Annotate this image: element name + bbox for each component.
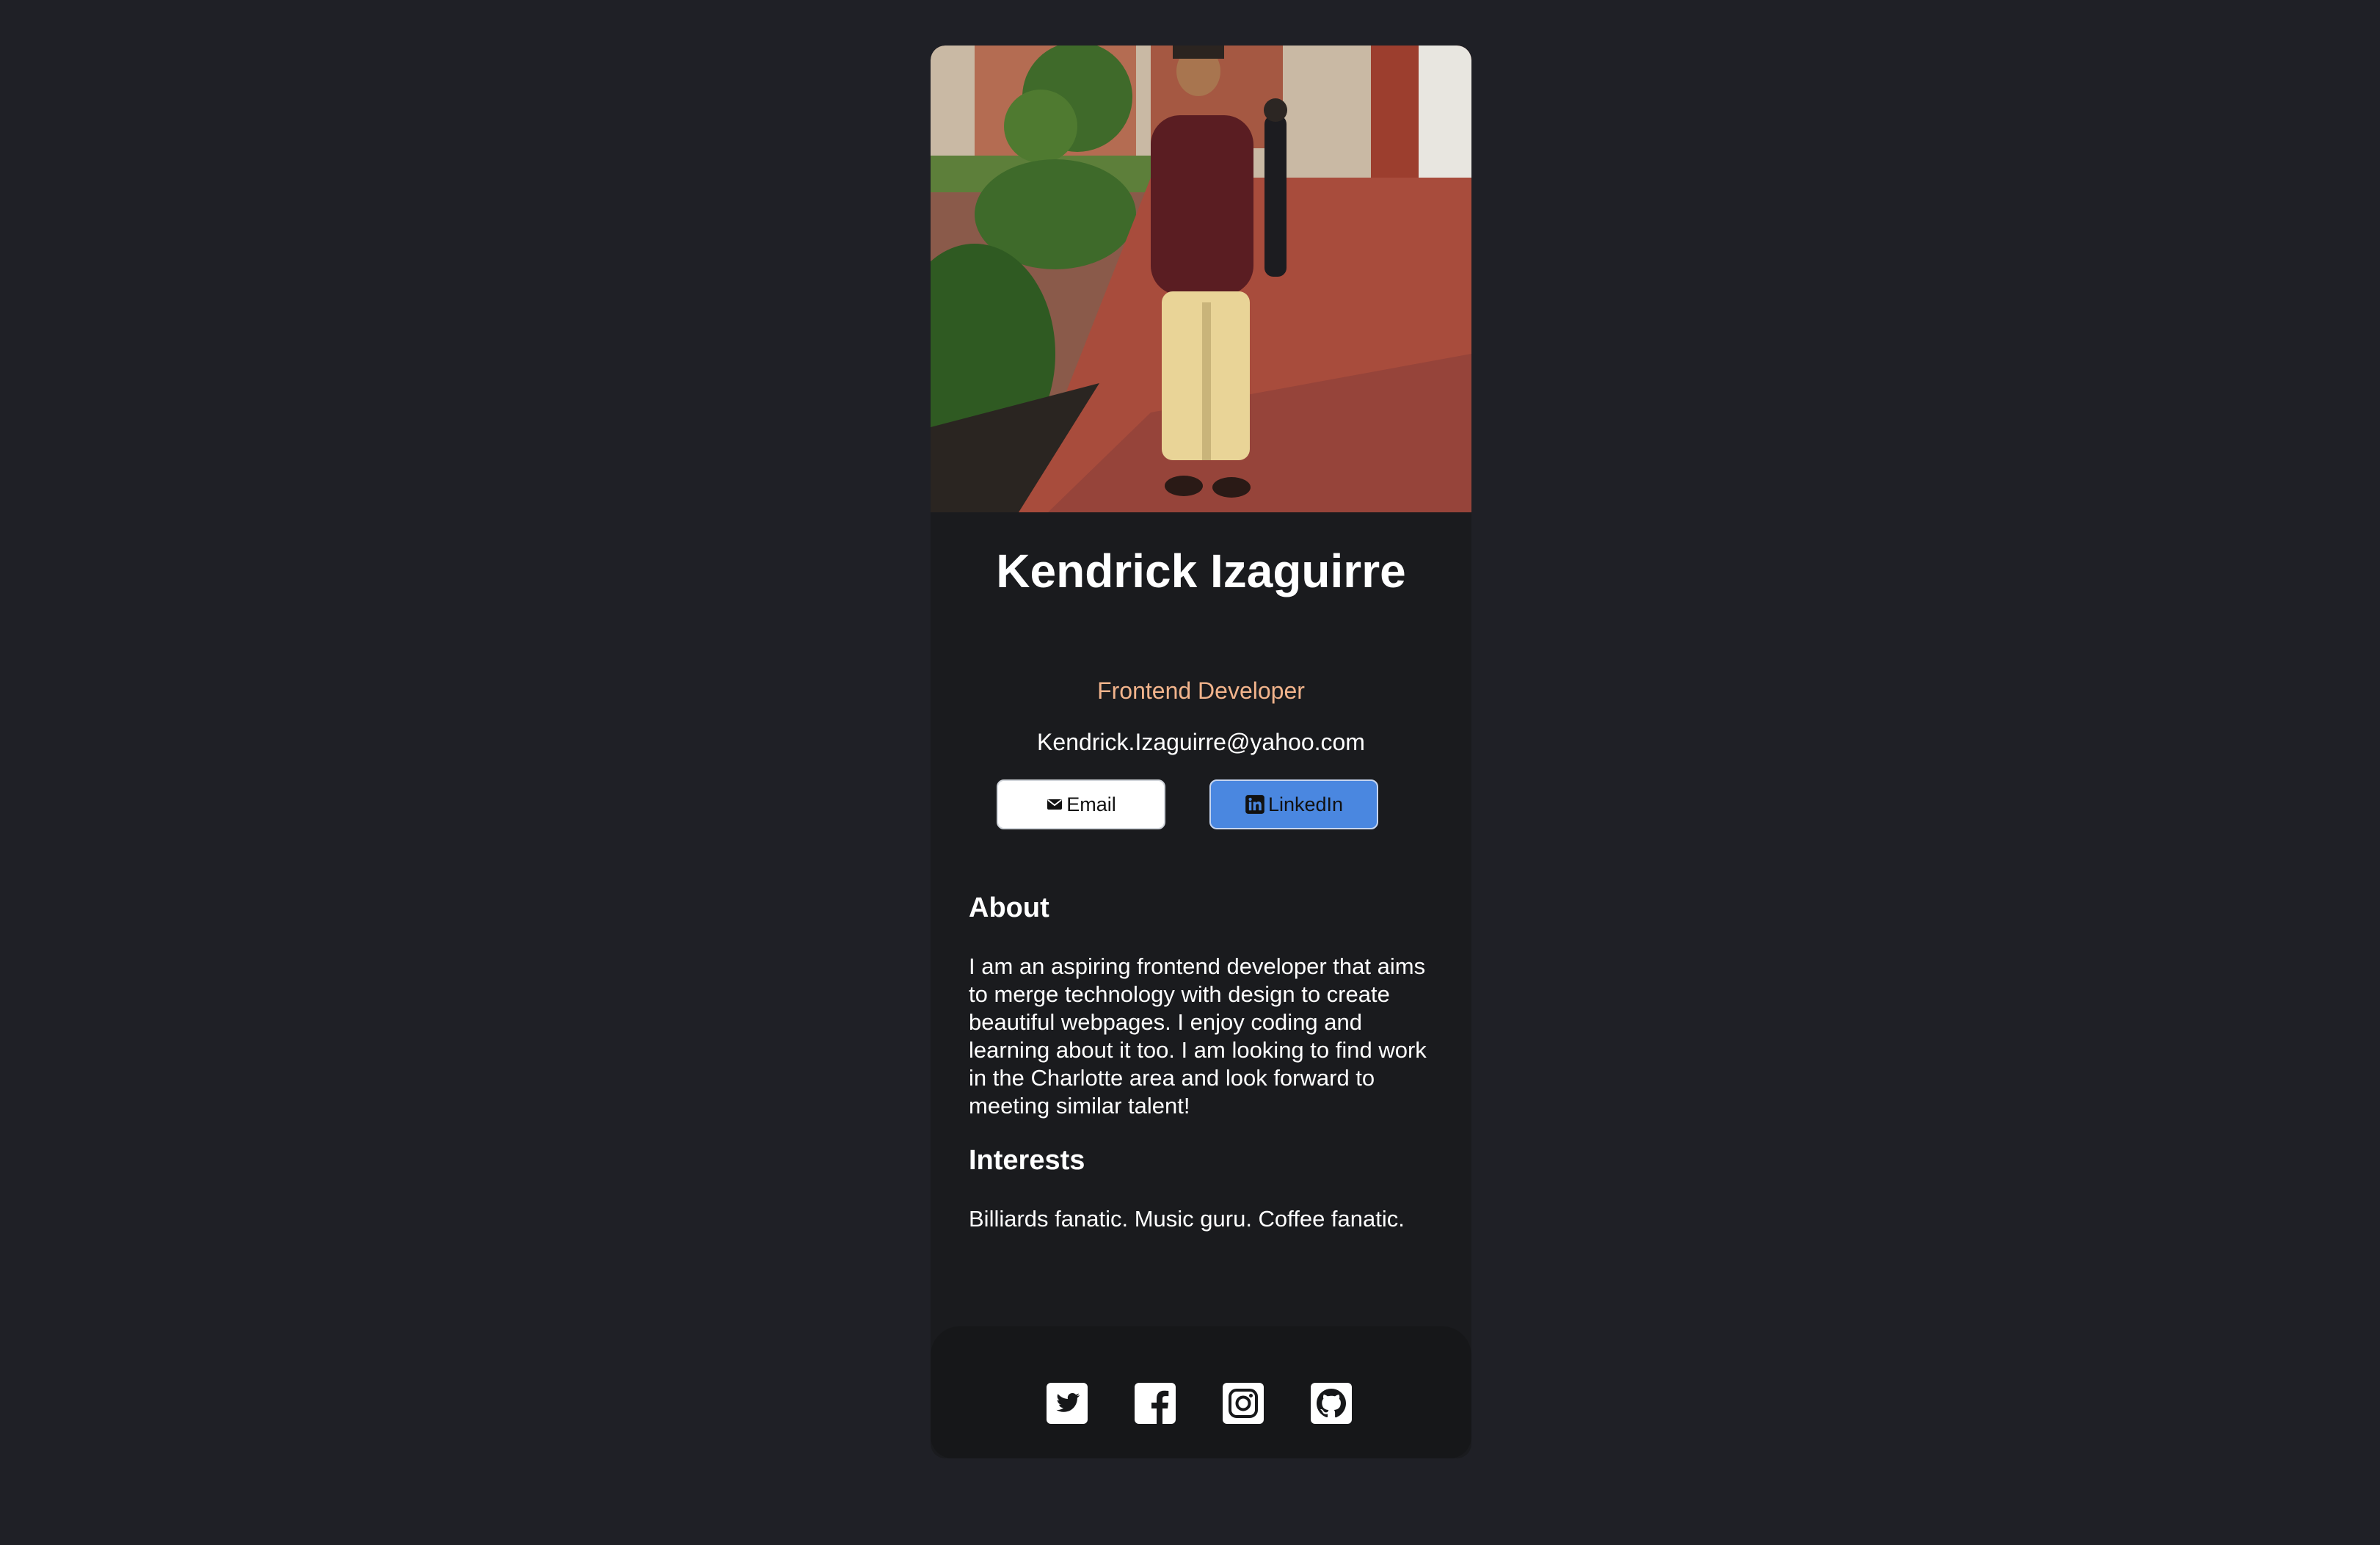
linkedin-button[interactable]: LinkedIn [1209,779,1378,829]
profile-card: Kendrick Izaguirre Frontend Developer Ke… [931,46,1471,1458]
facebook-icon[interactable] [1135,1383,1176,1424]
profile-title: Frontend Developer [1097,677,1305,704]
about-text: I am an aspiring frontend developer that… [969,953,1427,1119]
profile-email: Kendrick.Izaguirre@yahoo.com [1037,729,1365,755]
interests-text: Billiards fanatic. Music guru. Coffee fa… [969,1206,1405,1232]
envelope-icon [1046,796,1063,813]
email-button[interactable]: Email [997,779,1165,829]
twitter-icon[interactable] [1047,1383,1088,1424]
instagram-icon[interactable] [1223,1383,1264,1424]
github-icon[interactable] [1311,1383,1352,1424]
profile-photo [931,46,1471,512]
linkedin-button-label: LinkedIn [1267,793,1344,815]
linkedin-icon [1245,794,1265,815]
interests-heading: Interests [969,1145,1085,1176]
email-button-label: Email [1066,793,1116,815]
profile-name: Kendrick Izaguirre [996,545,1406,597]
about-heading: About [969,893,1049,923]
footer [931,1326,1471,1458]
